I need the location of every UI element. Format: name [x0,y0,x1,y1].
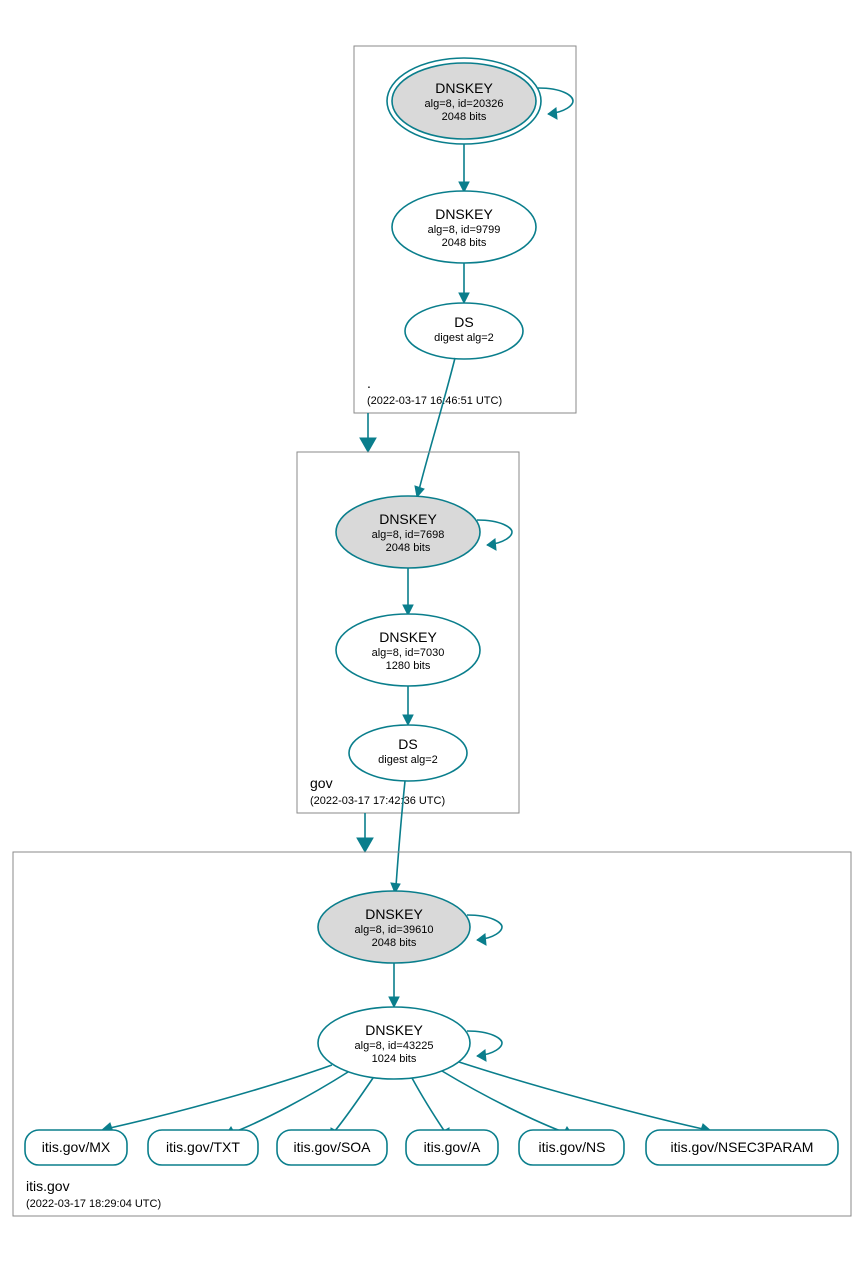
svg-text:itis.gov/NSEC3PARAM: itis.gov/NSEC3PARAM [671,1139,814,1155]
root-ds-title: DS [454,314,473,330]
gov-ksk-title: DNSKEY [379,511,437,527]
record-nsec3param: itis.gov/NSEC3PARAM [646,1130,838,1165]
itis-ksk-node: DNSKEY alg=8, id=39610 2048 bits [318,891,470,963]
root-ksk-title: DNSKEY [435,80,493,96]
root-ds-node: DS digest alg=2 [405,303,523,359]
gov-ds-line1: digest alg=2 [378,754,438,766]
svg-text:itis.gov/MX: itis.gov/MX [42,1139,111,1155]
record-mx: itis.gov/MX [25,1130,127,1165]
root-ksk-line2: 2048 bits [442,111,487,123]
gov-ksk-node: DNSKEY alg=8, id=7698 2048 bits [336,496,480,568]
itis-zsk-title: DNSKEY [365,1022,423,1038]
itis-zsk-line1: alg=8, id=43225 [355,1040,434,1052]
gov-zone-label: gov [310,775,333,791]
gov-ds-node: DS digest alg=2 [349,725,467,781]
root-ds-line1: digest alg=2 [434,332,494,344]
svg-text:itis.gov/TXT: itis.gov/TXT [166,1139,240,1155]
itis-ksk-line2: 2048 bits [372,937,417,949]
itis-zone-timestamp: (2022-03-17 18:29:04 UTC) [26,1198,161,1210]
record-txt: itis.gov/TXT [148,1130,258,1165]
root-zsk-title: DNSKEY [435,206,493,222]
root-zone-label: . [367,375,371,391]
zone-gov: DNSKEY alg=8, id=7698 2048 bits DNSKEY a… [297,452,519,813]
gov-zsk-node: DNSKEY alg=8, id=7030 1280 bits [336,614,480,686]
gov-zone-timestamp: (2022-03-17 17:42:36 UTC) [310,795,445,807]
itis-zsk-node: DNSKEY alg=8, id=43225 1024 bits [318,1007,470,1079]
svg-text:itis.gov/NS: itis.gov/NS [539,1139,606,1155]
gov-ksk-line1: alg=8, id=7698 [372,529,445,541]
svg-text:itis.gov/SOA: itis.gov/SOA [293,1139,371,1155]
gov-zsk-title: DNSKEY [379,629,437,645]
root-ksk-node: DNSKEY alg=8, id=20326 2048 bits [387,58,541,144]
zone-arrow-root-to-gov [360,413,376,452]
root-ksk-line1: alg=8, id=20326 [425,98,504,110]
zone-itis: DNSKEY alg=8, id=39610 2048 bits DNSKEY … [13,852,851,1216]
gov-zsk-line1: alg=8, id=7030 [372,647,445,659]
record-ns: itis.gov/NS [519,1130,624,1165]
root-zone-timestamp: (2022-03-17 16:46:51 UTC) [367,395,502,407]
record-a: itis.gov/A [406,1130,498,1165]
itis-zsk-line2: 1024 bits [372,1053,417,1065]
gov-ds-title: DS [398,736,417,752]
svg-text:itis.gov/A: itis.gov/A [424,1139,481,1155]
root-zsk-node: DNSKEY alg=8, id=9799 2048 bits [392,191,536,263]
root-zsk-line2: 2048 bits [442,237,487,249]
root-zsk-line1: alg=8, id=9799 [428,224,501,236]
gov-zsk-line2: 1280 bits [386,660,431,672]
gov-ksk-line2: 2048 bits [386,542,431,554]
itis-zone-label: itis.gov [26,1178,70,1194]
record-soa: itis.gov/SOA [277,1130,387,1165]
itis-ksk-line1: alg=8, id=39610 [355,924,434,936]
dnssec-diagram: DNSKEY alg=8, id=20326 2048 bits DNSKEY … [0,0,867,1278]
edge-root-ds-to-gov-ksk [419,358,455,490]
zone-arrow-gov-to-itis [357,813,373,852]
itis-ksk-title: DNSKEY [365,906,423,922]
zone-root: DNSKEY alg=8, id=20326 2048 bits DNSKEY … [354,46,576,413]
